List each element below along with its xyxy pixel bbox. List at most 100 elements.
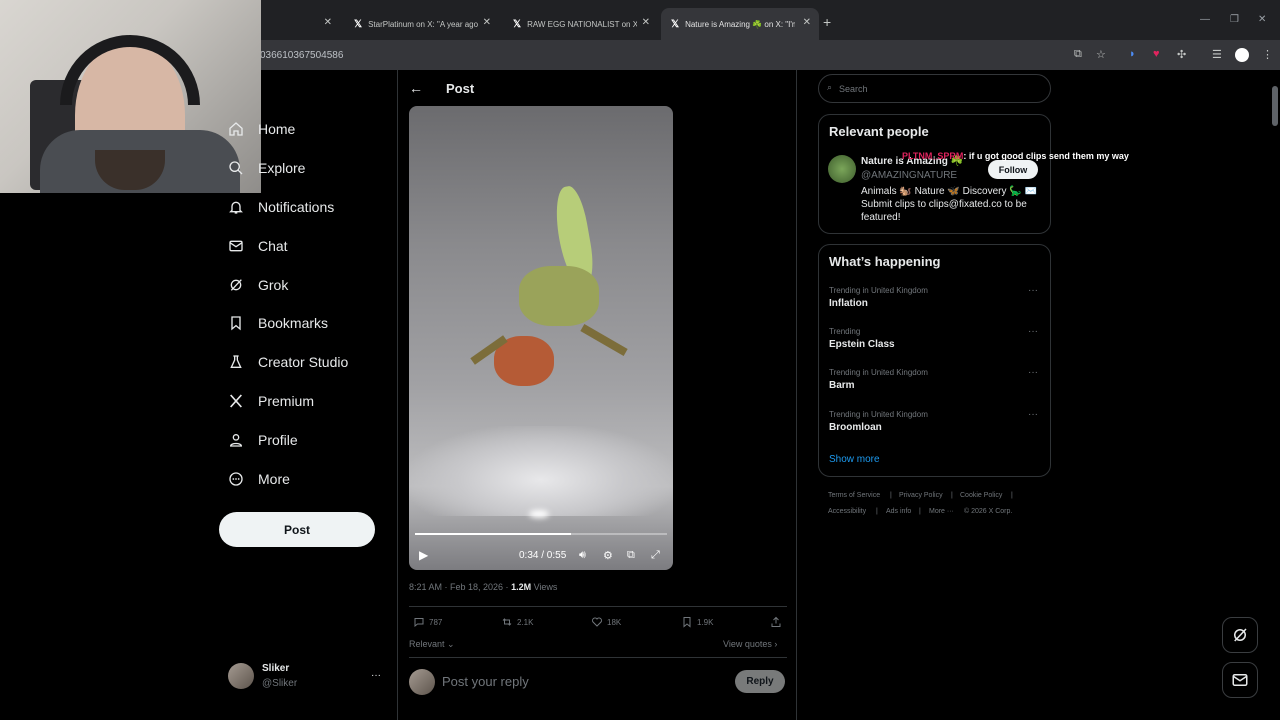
footer-link[interactable]: Accessibility	[828, 508, 866, 515]
settings-icon[interactable]: ⚙	[603, 549, 613, 562]
new-tab-button[interactable]: +	[823, 14, 831, 30]
nav-label: Creator Studio	[258, 354, 349, 370]
url-field[interactable]: 036610367504586	[260, 50, 343, 61]
sort-dropdown[interactable]: Relevant ⌄	[409, 639, 455, 650]
avatar[interactable]	[228, 663, 254, 689]
messages-float-button[interactable]	[1222, 662, 1258, 698]
fullscreen-icon[interactable]: ⤢	[651, 549, 660, 562]
like-action[interactable]: 18K	[591, 616, 621, 628]
show-more-link[interactable]: Show more	[829, 454, 880, 465]
reply-button[interactable]: Reply	[735, 670, 785, 693]
share-action[interactable]	[770, 616, 786, 628]
trend-name[interactable]: Broomloan	[829, 422, 882, 433]
more-icon[interactable]: ···	[1028, 285, 1038, 296]
reply-action[interactable]: 787	[413, 616, 442, 628]
view-quotes-link[interactable]: View quotes ›	[723, 639, 777, 649]
trend-name[interactable]: Epstein Class	[829, 339, 895, 350]
profile-icon[interactable]	[1235, 48, 1249, 62]
footer-link[interactable]: Terms of Service	[828, 492, 880, 499]
more-icon[interactable]: ···	[1028, 409, 1038, 420]
browser-tab-2[interactable]: 𝕏 StarPlatinum on X: "A year ago ✕	[344, 8, 499, 40]
close-icon[interactable]: ✕	[642, 17, 650, 28]
grok-icon	[1234, 628, 1247, 642]
video-glare	[529, 510, 549, 518]
post-button[interactable]: Post	[219, 512, 375, 547]
nav-more[interactable]: More	[228, 464, 290, 494]
grok-float-button[interactable]	[1222, 617, 1258, 653]
more-icon[interactable]: ···	[1028, 367, 1038, 378]
nav-chat[interactable]: Chat	[228, 231, 288, 261]
footer-link[interactable]: More ···	[929, 508, 954, 515]
section-title: What’s happening	[829, 254, 941, 269]
page-title: Post	[446, 81, 475, 96]
nav-label: Premium	[258, 393, 315, 409]
nav-explore[interactable]: Explore	[228, 153, 305, 183]
mantis-body	[519, 266, 599, 326]
bookmark-icon	[231, 316, 241, 331]
extension-icon[interactable]: ◗	[1129, 48, 1136, 60]
avatar[interactable]	[828, 155, 856, 183]
browser-tab-active[interactable]: 𝕏 Nature is Amazing ☘️ on X: "I'm ✕	[661, 8, 819, 40]
footer-sep: |	[1011, 492, 1013, 499]
views-count: 1.2M	[511, 582, 532, 592]
extension-icon[interactable]: ♥	[1153, 48, 1160, 60]
tab-title: StarPlatinum on X: "A year ago	[368, 19, 479, 29]
more-circle-icon	[229, 472, 243, 486]
reply-input[interactable]: Post your reply	[442, 674, 529, 689]
puzzle-icon[interactable]: ✣	[1177, 48, 1186, 61]
avatar	[409, 669, 435, 695]
trend-context: Trending in United Kingdom	[829, 368, 928, 377]
close-window-icon[interactable]: ✕	[1258, 14, 1266, 25]
webcam-overlay	[0, 0, 261, 193]
back-arrow-icon[interactable]: ←	[409, 80, 423, 96]
restore-icon[interactable]: ❐	[1230, 14, 1239, 25]
view-quotes-label: View quotes	[723, 639, 772, 649]
repost-action[interactable]: 2.1K	[501, 616, 533, 628]
nav-creator-studio[interactable]: Creator Studio	[228, 347, 348, 377]
tab-title: RAW EGG NATIONALIST on X: "	[527, 19, 638, 29]
browser-tab-3[interactable]: 𝕏 RAW EGG NATIONALIST on X: " ✕	[503, 8, 658, 40]
bookmark-action[interactable]: 1.9K	[681, 616, 713, 628]
account-more-icon[interactable]: ···	[371, 670, 381, 681]
close-icon[interactable]: ✕	[324, 17, 332, 28]
bell-icon	[229, 201, 243, 214]
star-icon[interactable]: ☆	[1096, 48, 1106, 61]
minimize-icon[interactable]: —	[1200, 14, 1210, 25]
nav-notifications[interactable]: Notifications	[228, 192, 334, 222]
nav-profile[interactable]: Profile	[228, 425, 298, 455]
trend-name[interactable]: Barm	[829, 380, 855, 391]
install-icon[interactable]: ⧉	[1074, 48, 1082, 61]
more-icon[interactable]: ···	[1028, 326, 1038, 337]
volume-icon[interactable]: 🔊︎	[579, 549, 586, 562]
pip-icon[interactable]: ⧉	[627, 549, 635, 562]
divider	[409, 606, 787, 607]
search-input[interactable]: ⌕ Search	[818, 74, 1051, 103]
video-time: 0:34 / 0:55	[519, 549, 567, 561]
close-icon[interactable]: ✕	[483, 17, 491, 28]
nav-home[interactable]: Home	[228, 114, 295, 144]
trend-context: Trending	[829, 327, 861, 336]
video-progress-track[interactable]	[415, 533, 667, 535]
footer-sep: |	[876, 508, 878, 515]
nav-premium[interactable]: Premium	[228, 386, 314, 416]
footer-link[interactable]: Privacy Policy	[899, 492, 943, 499]
close-icon[interactable]: ✕	[803, 17, 811, 28]
search-icon	[229, 161, 243, 175]
nav-label: Chat	[258, 238, 288, 254]
play-icon[interactable]: ▶	[419, 548, 428, 562]
nav-label: Bookmarks	[258, 315, 329, 331]
menu-kebab-icon[interactable]: ⋮	[1262, 48, 1273, 61]
video-player[interactable]	[409, 106, 673, 570]
scrollbar[interactable]	[1272, 86, 1278, 126]
nav-grok[interactable]: Grok	[228, 270, 288, 300]
video-progress-fill	[415, 533, 572, 535]
x-logo-icon: 𝕏	[671, 18, 680, 30]
trend-name[interactable]: Inflation	[829, 298, 868, 309]
tab-search-icon[interactable]: ☰	[1212, 48, 1222, 61]
follow-button[interactable]: Follow	[988, 160, 1038, 179]
heart-icon	[592, 617, 602, 627]
footer-link[interactable]: Cookie Policy	[960, 492, 1002, 499]
nav-bookmarks[interactable]: Bookmarks	[228, 308, 328, 338]
repost-icon	[502, 618, 512, 626]
footer-link[interactable]: Ads info	[886, 508, 911, 515]
